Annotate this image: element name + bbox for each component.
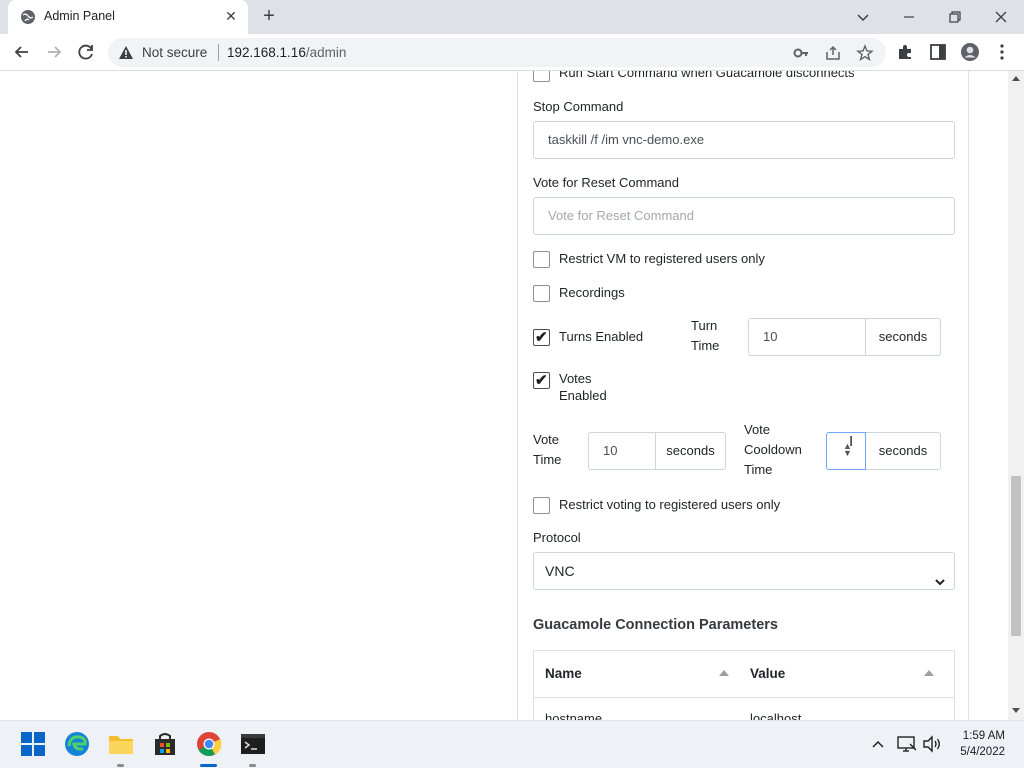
vote-reset-command-input[interactable]: Vote for Reset Command [533, 197, 955, 235]
stop-command-input[interactable]: taskkill /f /im vnc-demo.exe [533, 121, 955, 159]
param-name-cell: hostname [545, 711, 603, 720]
protocol-label: Protocol [533, 530, 581, 545]
vote-time-unit: seconds [656, 432, 726, 470]
column-header-value[interactable]: Value [739, 651, 954, 698]
turns-enabled-label: Turns Enabled [559, 329, 644, 344]
browser-menu-icon[interactable] [990, 40, 1014, 64]
page-viewport: Run Start Command when Guacamole disconn… [0, 71, 1008, 720]
restrict-voting-checkbox[interactable] [533, 497, 550, 514]
browser-tab-admin-panel[interactable]: Admin Panel ✕ [8, 0, 248, 34]
protocol-selected-value: VNC [545, 563, 575, 579]
votes-enabled-checkbox[interactable]: ✔ [533, 372, 550, 389]
stop-command-label: Stop Command [533, 99, 624, 114]
key-icon[interactable] [792, 44, 810, 62]
restrict-vm-label: Restrict VM to registered users only [559, 251, 765, 266]
url-path: /admin [305, 45, 347, 60]
vote-reset-command-label: Vote for Reset Command [533, 175, 679, 190]
url-host: 192.168.1.16 [227, 45, 306, 60]
close-tab-icon[interactable]: ✕ [222, 7, 240, 25]
recordings-label: Recordings [559, 285, 625, 300]
share-icon[interactable] [824, 44, 842, 62]
scrollbar-thumb[interactable] [1011, 476, 1021, 636]
volume-icon[interactable] [921, 734, 943, 754]
vote-cooldown-unit: seconds [866, 432, 941, 470]
vote-cooldown-label-1: Vote [744, 422, 771, 437]
close-window-icon[interactable] [990, 6, 1012, 28]
checkmark-icon: ✔ [535, 329, 548, 346]
network-icon[interactable] [896, 734, 918, 754]
globe-icon [20, 9, 36, 30]
tab-title: Admin Panel [44, 9, 115, 23]
terminal-running-indicator [249, 764, 256, 767]
page-scrollbar[interactable] [1008, 71, 1024, 720]
minimize-icon[interactable] [898, 6, 920, 28]
column-header-name-label: Name [545, 666, 582, 681]
windows-start-icon[interactable] [20, 731, 46, 757]
back-arrow-icon[interactable] [10, 40, 34, 64]
restrict-voting-label: Restrict voting to registered users only [559, 497, 781, 512]
tab-search-chevron-icon[interactable] [852, 6, 874, 28]
protocol-select[interactable]: VNC [533, 552, 955, 590]
browser-toolbar: Not secure 192.168.1.16/admin [0, 34, 1024, 71]
scroll-up-arrow-icon[interactable] [1012, 76, 1020, 81]
guacamole-params-table: Name Value hostname localhost [533, 650, 955, 720]
security-status-label[interactable]: Not secure [142, 45, 207, 60]
clock-time[interactable]: 1:59 AM [944, 730, 1005, 742]
restrict-vm-checkbox[interactable] [533, 251, 550, 268]
guacamole-params-title: Guacamole Connection Parameters [533, 617, 778, 633]
reload-icon[interactable] [74, 40, 98, 64]
extensions-puzzle-icon[interactable] [894, 40, 918, 64]
vote-time-label-1: Vote [533, 432, 560, 447]
side-panel-icon[interactable] [926, 40, 950, 64]
recordings-checkbox[interactable] [533, 285, 550, 302]
url-text[interactable]: 192.168.1.16/admin [227, 45, 346, 60]
terminal-icon[interactable] [240, 731, 266, 757]
param-value-cell: localhost [750, 711, 802, 720]
vote-time-label-2: Time [533, 452, 562, 467]
votes-enabled-label-2: Enabled [559, 388, 607, 403]
bookmark-star-icon[interactable] [856, 44, 874, 62]
warning-icon[interactable] [118, 45, 134, 65]
scroll-down-arrow-icon[interactable] [1012, 708, 1020, 713]
new-tab-button[interactable]: + [258, 6, 280, 28]
chrome-active-indicator [200, 764, 217, 767]
run-start-command-checkbox[interactable] [533, 71, 550, 82]
windows-taskbar: 1:59 AM 5/4/2022 [0, 720, 1024, 768]
profile-avatar-icon[interactable] [958, 40, 982, 64]
restore-icon[interactable] [944, 6, 966, 28]
turn-time-input[interactable]: 10 [748, 318, 866, 356]
checkmark-icon: ✔ [535, 372, 548, 389]
microsoft-store-icon[interactable] [152, 731, 178, 757]
omnibox-divider [218, 44, 219, 61]
file-explorer-icon[interactable] [108, 731, 134, 757]
address-bar[interactable]: Not secure 192.168.1.16/admin [108, 38, 886, 67]
turn-time-label-2: Time [691, 338, 720, 353]
column-header-name[interactable]: Name [534, 651, 739, 698]
vote-time-input[interactable]: 10 [588, 432, 656, 470]
explorer-running-indicator [117, 764, 124, 767]
votes-enabled-label-1: Votes [559, 371, 592, 386]
chevron-up-icon[interactable] [868, 734, 888, 754]
sort-ascending-icon[interactable] [719, 670, 729, 676]
chevron-down-icon [934, 565, 946, 601]
vote-cooldown-label-3: Time [744, 462, 773, 477]
run-start-command-label: Run Start Command when Guacamole disconn… [559, 71, 855, 80]
turns-enabled-checkbox[interactable]: ✔ [533, 329, 550, 346]
forward-arrow-icon[interactable] [42, 40, 66, 64]
vote-cooldown-label-2: Cooldown [744, 442, 802, 457]
column-header-value-label: Value [750, 666, 786, 681]
text-cursor-icon: I [849, 433, 854, 450]
edge-browser-icon[interactable] [64, 731, 90, 757]
sort-ascending-icon[interactable] [924, 670, 934, 676]
turn-time-unit: seconds [866, 318, 941, 356]
chrome-browser-icon[interactable] [196, 731, 222, 757]
vm-settings-card: Run Start Command when Guacamole disconn… [517, 71, 969, 720]
clock-date[interactable]: 5/4/2022 [944, 746, 1005, 758]
browser-tab-strip: Admin Panel ✕ + [0, 0, 1024, 34]
turn-time-label-1: Turn [691, 318, 718, 333]
